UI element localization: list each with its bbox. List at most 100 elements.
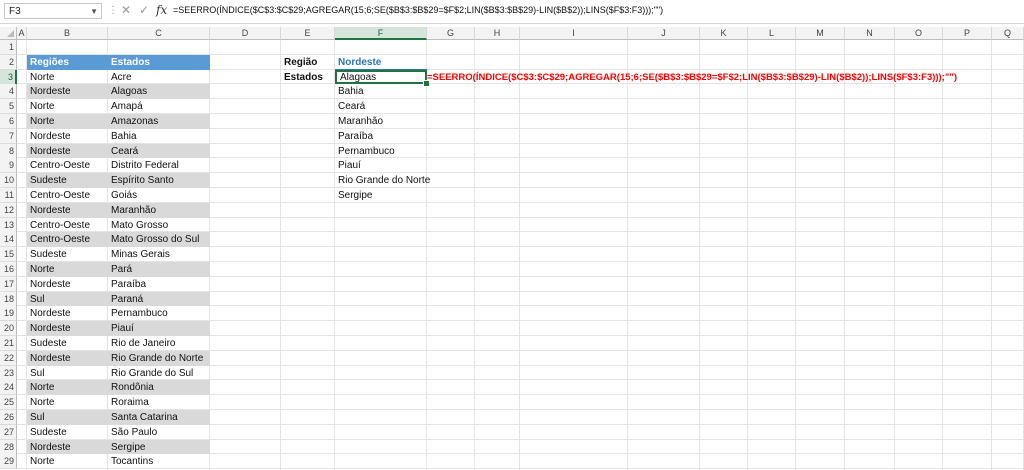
row-header-13[interactable]: 13	[0, 217, 17, 233]
insert-function-icon[interactable]: fx	[156, 3, 167, 17]
table-cell-regiao[interactable]: Norte	[27, 70, 108, 85]
row-header-24[interactable]: 24	[0, 380, 17, 396]
row-header-9[interactable]: 9	[0, 158, 17, 174]
formula-input[interactable]: =SEERRO(ÍNDICE($C$3:$C$29;AGREGAR(15;6;S…	[173, 5, 663, 15]
table-cell-estado[interactable]: Minas Gerais	[108, 247, 210, 262]
row-header-14[interactable]: 14	[0, 232, 17, 248]
regiao-criteria-cell[interactable]: Nordeste	[335, 55, 427, 70]
table-cell-estado[interactable]: Rio Grande do Sul	[108, 366, 210, 381]
result-cell[interactable]: Rio Grande do Norte	[335, 173, 430, 188]
table-cell-estado[interactable]: Alagoas	[108, 84, 210, 100]
column-header-o[interactable]: O	[895, 27, 943, 40]
result-cell[interactable]: Piauí	[335, 158, 427, 173]
table-cell-estado[interactable]: Pernambuco	[108, 306, 210, 321]
column-header-c[interactable]: C	[108, 27, 210, 40]
table-cell-regiao[interactable]: Centro-Oeste	[27, 188, 108, 203]
table-cell-estado[interactable]: Sergipe	[108, 439, 210, 455]
row-header-19[interactable]: 19	[0, 306, 17, 322]
table-header-estados[interactable]: Estados	[108, 54, 210, 70]
table-cell-regiao[interactable]: Sudeste	[27, 247, 108, 262]
result-cell[interactable]: Paraíba	[335, 129, 427, 144]
row-header-17[interactable]: 17	[0, 276, 17, 292]
column-header-g[interactable]: G	[427, 27, 475, 40]
table-cell-regiao[interactable]: Norte	[27, 99, 108, 114]
row-header-16[interactable]: 16	[0, 262, 17, 277]
more-options-icon[interactable]: ⋮	[108, 5, 118, 16]
table-cell-regiao[interactable]: Sudeste	[27, 336, 108, 351]
table-cell-estado[interactable]: Mato Grosso do Sul	[108, 232, 210, 248]
table-cell-estado[interactable]: São Paulo	[108, 425, 210, 440]
row-header-4[interactable]: 4	[0, 84, 17, 100]
row-header-28[interactable]: 28	[0, 439, 17, 455]
table-cell-regiao[interactable]: Sul	[27, 410, 108, 425]
row-header-21[interactable]: 21	[0, 336, 17, 351]
table-cell-estado[interactable]: Piauí	[108, 321, 210, 336]
row-header-7[interactable]: 7	[0, 128, 17, 144]
row-header-18[interactable]: 18	[0, 291, 17, 307]
column-header-h[interactable]: H	[475, 27, 520, 40]
result-cell[interactable]: Sergipe	[335, 188, 427, 203]
column-header-p[interactable]: P	[943, 27, 992, 40]
table-cell-regiao[interactable]: Norte	[27, 114, 108, 129]
table-cell-regiao[interactable]: Centro-Oeste	[27, 232, 108, 248]
row-header-3[interactable]: 3	[0, 69, 17, 85]
column-header-f[interactable]: F	[335, 27, 427, 40]
row-header-29[interactable]: 29	[0, 454, 17, 470]
row-header-22[interactable]: 22	[0, 350, 17, 366]
table-cell-regiao[interactable]: Nordeste	[27, 350, 108, 366]
enter-icon[interactable]: ✓	[139, 3, 149, 17]
column-header-m[interactable]: M	[796, 27, 845, 40]
select-all-corner[interactable]	[0, 27, 17, 40]
table-cell-estado[interactable]: Paraná	[108, 291, 210, 307]
table-cell-estado[interactable]: Bahia	[108, 129, 210, 144]
row-header-5[interactable]: 5	[0, 99, 17, 115]
active-cell-f3[interactable]: Alagoas	[335, 69, 427, 85]
table-cell-regiao[interactable]: Norte	[27, 380, 108, 396]
chevron-down-icon[interactable]: ▼	[90, 4, 98, 20]
row-header-8[interactable]: 8	[0, 143, 17, 159]
table-cell-regiao[interactable]: Sudeste	[27, 425, 108, 440]
table-cell-regiao[interactable]: Sul	[27, 366, 108, 381]
table-cell-estado[interactable]: Rondônia	[108, 380, 210, 396]
cancel-icon[interactable]: ✕	[121, 3, 131, 17]
table-cell-regiao[interactable]: Nordeste	[27, 321, 108, 336]
table-cell-regiao[interactable]: Centro-Oeste	[27, 218, 108, 233]
column-header-i[interactable]: I	[520, 27, 628, 40]
column-header-n[interactable]: N	[845, 27, 895, 40]
name-box[interactable]: F3 ▼	[4, 3, 102, 19]
table-cell-regiao[interactable]: Nordeste	[27, 277, 108, 292]
table-cell-regiao[interactable]: Nordeste	[27, 84, 108, 100]
result-cell[interactable]: Pernambuco	[335, 144, 427, 159]
table-header-regioes[interactable]: Regiões	[27, 54, 108, 70]
row-header-1[interactable]: 1	[0, 40, 17, 55]
table-cell-estado[interactable]: Paraíba	[108, 277, 210, 292]
result-cell[interactable]: Maranhão	[335, 114, 427, 129]
table-cell-estado[interactable]: Rio de Janeiro	[108, 336, 210, 351]
column-header-k[interactable]: K	[700, 27, 748, 40]
column-header-d[interactable]: D	[210, 27, 281, 40]
row-header-23[interactable]: 23	[0, 365, 17, 381]
table-cell-estado[interactable]: Ceará	[108, 143, 210, 159]
table-cell-estado[interactable]: Distrito Federal	[108, 158, 210, 173]
row-header-15[interactable]: 15	[0, 247, 17, 263]
column-header-q[interactable]: Q	[992, 27, 1024, 40]
table-cell-regiao[interactable]: Nordeste	[27, 129, 108, 144]
row-header-25[interactable]: 25	[0, 395, 17, 411]
table-cell-regiao[interactable]: Norte	[27, 454, 108, 469]
table-cell-regiao[interactable]: Nordeste	[27, 439, 108, 455]
result-cell[interactable]: Bahia	[335, 84, 427, 99]
table-cell-estado[interactable]: Mato Grosso	[108, 218, 210, 233]
table-cell-estado[interactable]: Maranhão	[108, 202, 210, 218]
table-cell-regiao[interactable]: Nordeste	[27, 143, 108, 159]
table-cell-estado[interactable]: Amazonas	[108, 114, 210, 129]
table-cell-estado[interactable]: Roraima	[108, 395, 210, 410]
regiao-label[interactable]: Região	[281, 55, 335, 70]
estados-label[interactable]: Estados	[281, 70, 335, 85]
column-header-j[interactable]: J	[628, 27, 700, 40]
column-header-l[interactable]: L	[748, 27, 796, 40]
table-cell-estado[interactable]: Espírito Santo	[108, 173, 210, 188]
table-cell-regiao[interactable]: Nordeste	[27, 306, 108, 321]
table-cell-regiao[interactable]: Nordeste	[27, 202, 108, 218]
table-cell-estado[interactable]: Amapá	[108, 99, 210, 114]
row-header-11[interactable]: 11	[0, 188, 17, 203]
